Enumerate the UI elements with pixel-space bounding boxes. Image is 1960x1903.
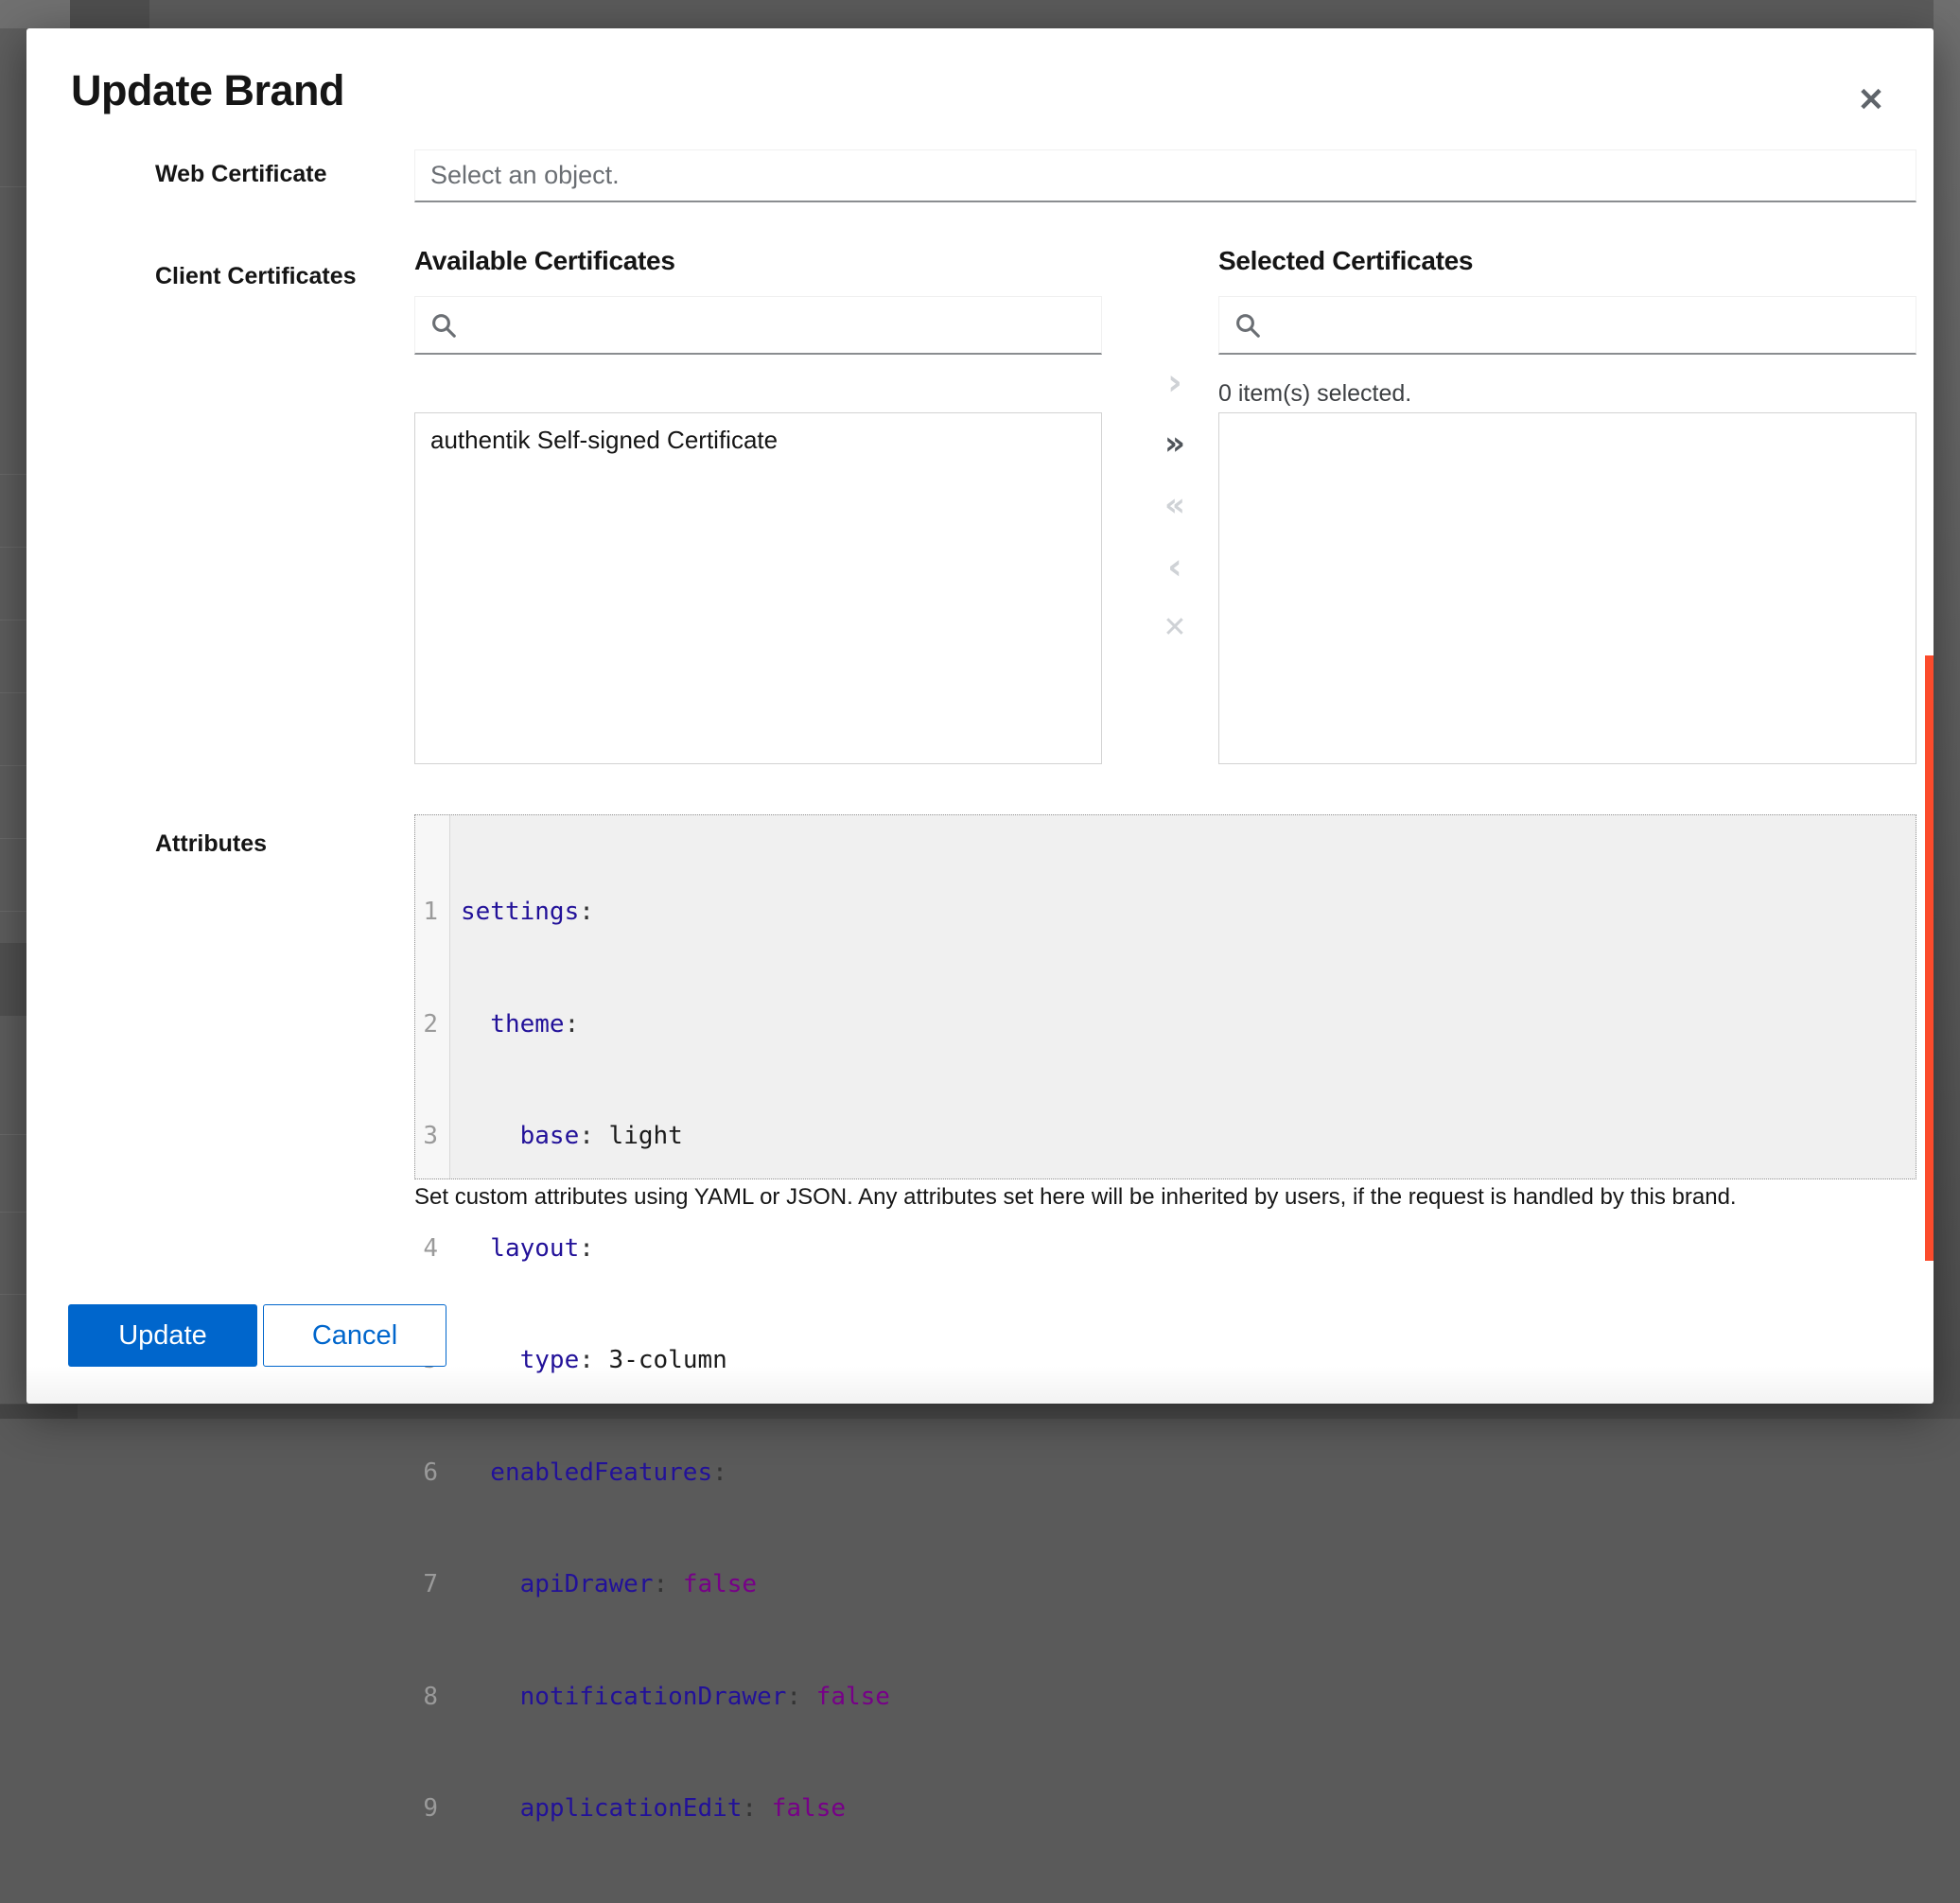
selected-search-input[interactable] <box>1218 296 1916 355</box>
selected-certificates-heading: Selected Certificates <box>1218 246 1473 276</box>
line-number: 8 <box>415 1679 438 1717</box>
line-number: 3 <box>415 1118 438 1156</box>
code-line[interactable]: 3 base: light <box>415 1118 1916 1156</box>
remove-selected-icon[interactable]: ‹ <box>1145 544 1205 589</box>
web-certificate-select[interactable] <box>414 149 1916 202</box>
line-number: 7 <box>415 1566 438 1604</box>
code-line[interactable]: 5 type: 3-column <box>415 1342 1916 1380</box>
available-certificates-list[interactable]: authentik Self-signed Certificate <box>414 412 1102 764</box>
selected-count-status: 0 item(s) selected. <box>1218 380 1411 408</box>
list-item[interactable]: authentik Self-signed Certificate <box>415 413 1101 467</box>
line-number: 2 <box>415 1006 438 1044</box>
backdrop-right-strip <box>1934 0 1960 1419</box>
backdrop-bottomleft-dark <box>0 1405 78 1419</box>
modal-title: Update Brand <box>71 66 344 115</box>
available-certificates-heading: Available Certificates <box>414 246 675 276</box>
attributes-label: Attributes <box>155 830 267 858</box>
line-number: 4 <box>415 1231 438 1268</box>
add-all-icon[interactable]: » <box>1145 421 1205 466</box>
modal-scrollbar-thumb[interactable] <box>1925 655 1934 1261</box>
line-number: 6 <box>415 1455 438 1493</box>
code-line[interactable]: 7 apiDrawer: false <box>415 1566 1916 1604</box>
editor-code[interactable]: 1settings: 2 theme: 3 base: light 4 layo… <box>415 819 1916 1903</box>
add-selected-icon[interactable]: › <box>1145 359 1205 405</box>
selected-certificates-list[interactable] <box>1218 412 1916 764</box>
line-number: 1 <box>415 894 438 932</box>
backdrop-topleft-light <box>0 0 70 28</box>
code-line[interactable]: 4 layout: <box>415 1231 1916 1268</box>
update-button[interactable]: Update <box>68 1304 257 1367</box>
update-brand-modal: Update Brand ✕ Web Certificate Client Ce… <box>26 28 1934 1404</box>
code-line[interactable]: 8 notificationDrawer: false <box>415 1679 1916 1717</box>
cancel-button[interactable]: Cancel <box>263 1304 446 1367</box>
client-certificates-label: Client Certificates <box>155 263 357 290</box>
code-line[interactable]: 9 applicationEdit: false <box>415 1790 1916 1828</box>
backdrop-left-strip <box>0 28 26 1404</box>
clear-selection-icon[interactable]: ✕ <box>1145 605 1205 651</box>
close-icon[interactable]: ✕ <box>1845 74 1898 127</box>
code-line[interactable]: 1settings: <box>415 894 1916 932</box>
backdrop-topleft-dark <box>70 0 149 28</box>
code-line[interactable]: 2 theme: <box>415 1006 1916 1044</box>
code-line[interactable]: 6 enabledFeatures: <box>415 1455 1916 1493</box>
attributes-help-text: Set custom attributes using YAML or JSON… <box>414 1184 1737 1211</box>
available-search-input[interactable] <box>414 296 1102 355</box>
line-number: 9 <box>415 1790 438 1828</box>
web-certificate-label: Web Certificate <box>155 161 327 188</box>
dual-list-transfer-controls: › » « ‹ ✕ <box>1116 359 1234 667</box>
attributes-code-editor[interactable]: 1settings: 2 theme: 3 base: light 4 layo… <box>414 814 1916 1179</box>
remove-all-icon[interactable]: « <box>1145 482 1205 528</box>
